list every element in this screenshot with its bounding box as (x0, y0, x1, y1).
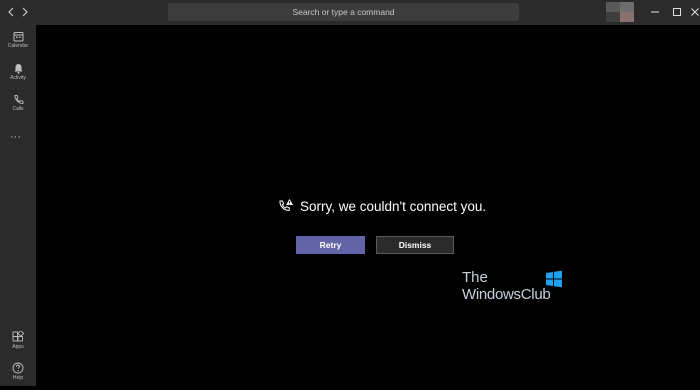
close-icon (691, 8, 699, 16)
sidebar-item-label: Calls (12, 106, 24, 112)
sidebar-item-label: Calendar (7, 43, 29, 49)
sidebar-item-activity[interactable]: Activity (0, 63, 36, 91)
watermark: The WindowsClub (462, 269, 566, 309)
title-bar: Search or type a command (0, 0, 700, 25)
sidebar-item-label: Help (12, 375, 24, 381)
sidebar-item-apps[interactable]: Apps (0, 331, 36, 359)
apps-icon (12, 331, 24, 342)
avatar[interactable] (606, 2, 634, 22)
phone-icon (14, 95, 23, 104)
help-icon (12, 362, 24, 374)
search-placeholder: Search or type a command (292, 7, 395, 17)
sidebar-item-calendar[interactable]: Calendar (0, 31, 36, 59)
maximize-icon (673, 8, 681, 16)
sidebar-item-label: Activity (10, 75, 26, 81)
minimize-icon (651, 11, 659, 13)
windows-logo-icon (546, 270, 562, 288)
bell-icon (14, 64, 22, 74)
dismiss-button[interactable]: Dismiss (376, 236, 454, 254)
error-text: Sorry, we couldn't connect you. (300, 198, 487, 214)
close-button[interactable] (688, 5, 700, 19)
sidebar-item-calls[interactable]: Calls (0, 94, 36, 122)
calendar-icon (13, 32, 23, 42)
sidebar-item-label: Apps (12, 344, 24, 350)
chevron-right-icon (22, 7, 28, 17)
forward-button[interactable] (18, 5, 32, 19)
more-apps-button[interactable]: ··· (10, 131, 21, 143)
retry-button[interactable]: Retry (296, 236, 365, 254)
call-warning-icon (279, 199, 293, 211)
chevron-left-icon (8, 7, 14, 17)
back-button[interactable] (4, 5, 18, 19)
minimize-button[interactable] (648, 5, 662, 19)
call-error-message: Sorry, we couldn't connect you. (278, 195, 486, 217)
watermark-line1: The (462, 269, 488, 286)
app-sidebar: Calendar Activity Calls ··· Apps Help (0, 25, 36, 386)
search-input[interactable]: Search or type a command (168, 3, 519, 21)
maximize-button[interactable] (670, 5, 684, 19)
watermark-line2: WindowsClub (462, 286, 551, 303)
